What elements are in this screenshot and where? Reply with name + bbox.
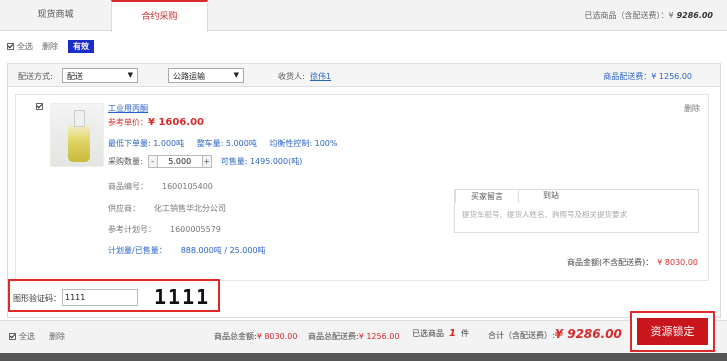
goods-total-value: ¥ 8030.00 xyxy=(256,332,298,341)
selected-summary-amount: 9286.00 xyxy=(676,11,713,20)
valid-filter-badge[interactable]: 有效 xyxy=(68,39,94,53)
plan-sold: 计划量/已售量： 888.000吨 / 25.000吨 xyxy=(108,245,266,256)
buyer-message-input[interactable]: 提货车船号、提货人姓名、驹照号及相关提货要求 xyxy=(462,209,627,220)
fee-total: 商品总配送费:¥ 1256.00 xyxy=(308,331,399,342)
product-code-value: 1600105400 xyxy=(162,182,213,191)
plan-value: 1600005579 xyxy=(170,225,221,234)
supplier-label: 供应商： xyxy=(108,204,140,213)
goods-total: 商品总金额:¥ 8030.00 xyxy=(214,331,297,342)
footer-select-all-checkbox-icon[interactable] xyxy=(9,333,16,340)
price-value: ¥ 1606.00 xyxy=(148,117,204,128)
product-price: 参考单价：¥ 1606.00 xyxy=(108,117,204,128)
product-image[interactable] xyxy=(50,103,104,167)
item-total: 商品金额(不含配送费)： ¥ 8030.00 xyxy=(567,257,698,268)
captcha-input[interactable]: 1111 xyxy=(62,289,138,306)
order-limits: 最低下单量: 1.000吨 整车量: 5.000吨 均衡性控制: 100% xyxy=(108,138,347,149)
delivery-method-label: 配送方式: xyxy=(18,72,53,81)
tab-buyer-message[interactable]: 买家留言 xyxy=(455,189,519,203)
chevron-down-icon: ▼ xyxy=(233,71,239,79)
selected-summary: 已选商品（含配送费）：¥ 9286.00 xyxy=(584,0,713,31)
receiver-name-link[interactable]: 徐伟1 xyxy=(310,71,331,82)
buyer-message-box: 买家留言 到站 提货车船号、提货人姓名、驹照号及相关提货要求 xyxy=(454,189,699,233)
supplier-value: 化工销售华北分公司 xyxy=(154,204,226,213)
select-all-checkbox-icon[interactable] xyxy=(7,42,14,50)
filter-bar: 全选 删除 有效 xyxy=(7,39,94,53)
resource-lock-button[interactable]: 资源锁定 xyxy=(637,318,708,345)
whole-car: 整车量: 5.000吨 xyxy=(196,139,257,148)
product-name-link[interactable]: 工业用丙酮 xyxy=(108,103,148,114)
chevron-down-icon: ▼ xyxy=(127,71,133,79)
receiver-label: 收货人: xyxy=(278,72,305,81)
bottle-icon xyxy=(68,110,90,162)
item-checkbox-icon[interactable] xyxy=(36,103,43,110)
qty-minus-button[interactable]: - xyxy=(147,155,158,168)
qty-input[interactable]: 5.000 xyxy=(157,155,202,168)
plan-sold-label: 计划量/已售量： xyxy=(108,246,167,255)
delivery-method-value: 配送 xyxy=(67,72,83,81)
product-code: 商品编号： 1600105400 xyxy=(108,181,213,192)
plan-label: 参考计划号： xyxy=(108,225,156,234)
footer-actions: 全选 删除 xyxy=(9,331,65,342)
price-label: 参考单价： xyxy=(108,118,148,127)
grand-total: 合计（含配送费）:¥ 9286.00 xyxy=(488,327,622,341)
balance-control: 均衡性控制: 100% xyxy=(269,139,338,148)
delivery-fee: 商品配送费：¥ 1256.00 xyxy=(603,72,692,81)
tab-bar: 现货商城 合约采购 已选商品（含配送费）：¥ 9286.00 xyxy=(0,0,727,32)
qty-label: 采购数量: xyxy=(108,157,143,166)
goods-total-label: 商品总金额: xyxy=(214,332,257,341)
footer-select-all-label[interactable]: 全选 xyxy=(19,331,35,342)
fee-total-value: ¥ 1256.00 xyxy=(358,332,400,341)
item-total-label: 商品金额(不含配送费)： xyxy=(567,258,654,267)
delivery-header: 配送方式: 配送 ▼ 公路运输 ▼ 收货人: 徐伟1 商品配送费：¥ 1256.… xyxy=(8,64,720,87)
transport-value: 公路运输 xyxy=(173,72,205,81)
selected-summary-label: 已选商品（含配送费）：¥ xyxy=(584,11,674,20)
footer-bar: 全选 删除 商品总金额:¥ 8030.00 商品总配送费:¥ 1256.00 已… xyxy=(0,320,727,353)
captcha-image[interactable]: 1111 xyxy=(154,285,210,309)
footer-delete-link[interactable]: 删除 xyxy=(49,331,65,342)
item-total-value: ¥ 8030.00 xyxy=(657,258,698,267)
tab-spot-mall[interactable]: 现货商城 xyxy=(0,0,111,31)
tab-station[interactable]: 到站 xyxy=(519,189,583,203)
selected-unit: 件 xyxy=(460,329,469,338)
delivery-method-select[interactable]: 配送 ▼ xyxy=(62,68,138,83)
select-all-label[interactable]: 全选 xyxy=(17,41,33,52)
selected-count-value: 1 xyxy=(449,328,456,339)
grand-total-label: 合计（含配送费）: xyxy=(488,331,555,340)
plan-sold-value: 888.000吨 / 25.000吨 xyxy=(180,246,266,255)
product-item: 工业用丙酮 参考单价：¥ 1606.00 删除 最低下单量: 1.000吨 整车… xyxy=(15,94,709,281)
supplier: 供应商： 化工销售华北分公司 xyxy=(108,203,226,214)
lock-button-highlight: 资源锁定 xyxy=(630,311,715,352)
product-code-label: 商品编号： xyxy=(108,182,148,191)
tab-contract-purchase[interactable]: 合约采购 xyxy=(111,0,208,32)
min-order: 最低下单量: 1.000吨 xyxy=(108,139,185,148)
captcha-section: 图形验证码： 1111 1111 xyxy=(8,279,220,312)
quantity-stepper: 采购数量: - 5.000 + 可售量: 1495.000(吨) xyxy=(108,155,302,168)
selected-label: 已选商品 xyxy=(412,329,444,338)
fee-total-label: 商品总配送费: xyxy=(308,332,359,341)
qty-plus-button[interactable]: + xyxy=(201,155,212,168)
selected-count: 已选商品 1 件 xyxy=(412,328,469,339)
bottom-divider xyxy=(0,353,727,361)
available-qty: 可售量: 1495.000(吨) xyxy=(220,157,303,166)
delete-link[interactable]: 删除 xyxy=(42,41,58,52)
captcha-label: 图形验证码： xyxy=(13,294,61,303)
transport-select[interactable]: 公路运输 ▼ xyxy=(168,68,244,83)
grand-total-value: ¥ 9286.00 xyxy=(554,327,622,341)
plan-number: 参考计划号： 1600005579 xyxy=(108,224,221,235)
item-delete-link[interactable]: 删除 xyxy=(684,103,700,114)
